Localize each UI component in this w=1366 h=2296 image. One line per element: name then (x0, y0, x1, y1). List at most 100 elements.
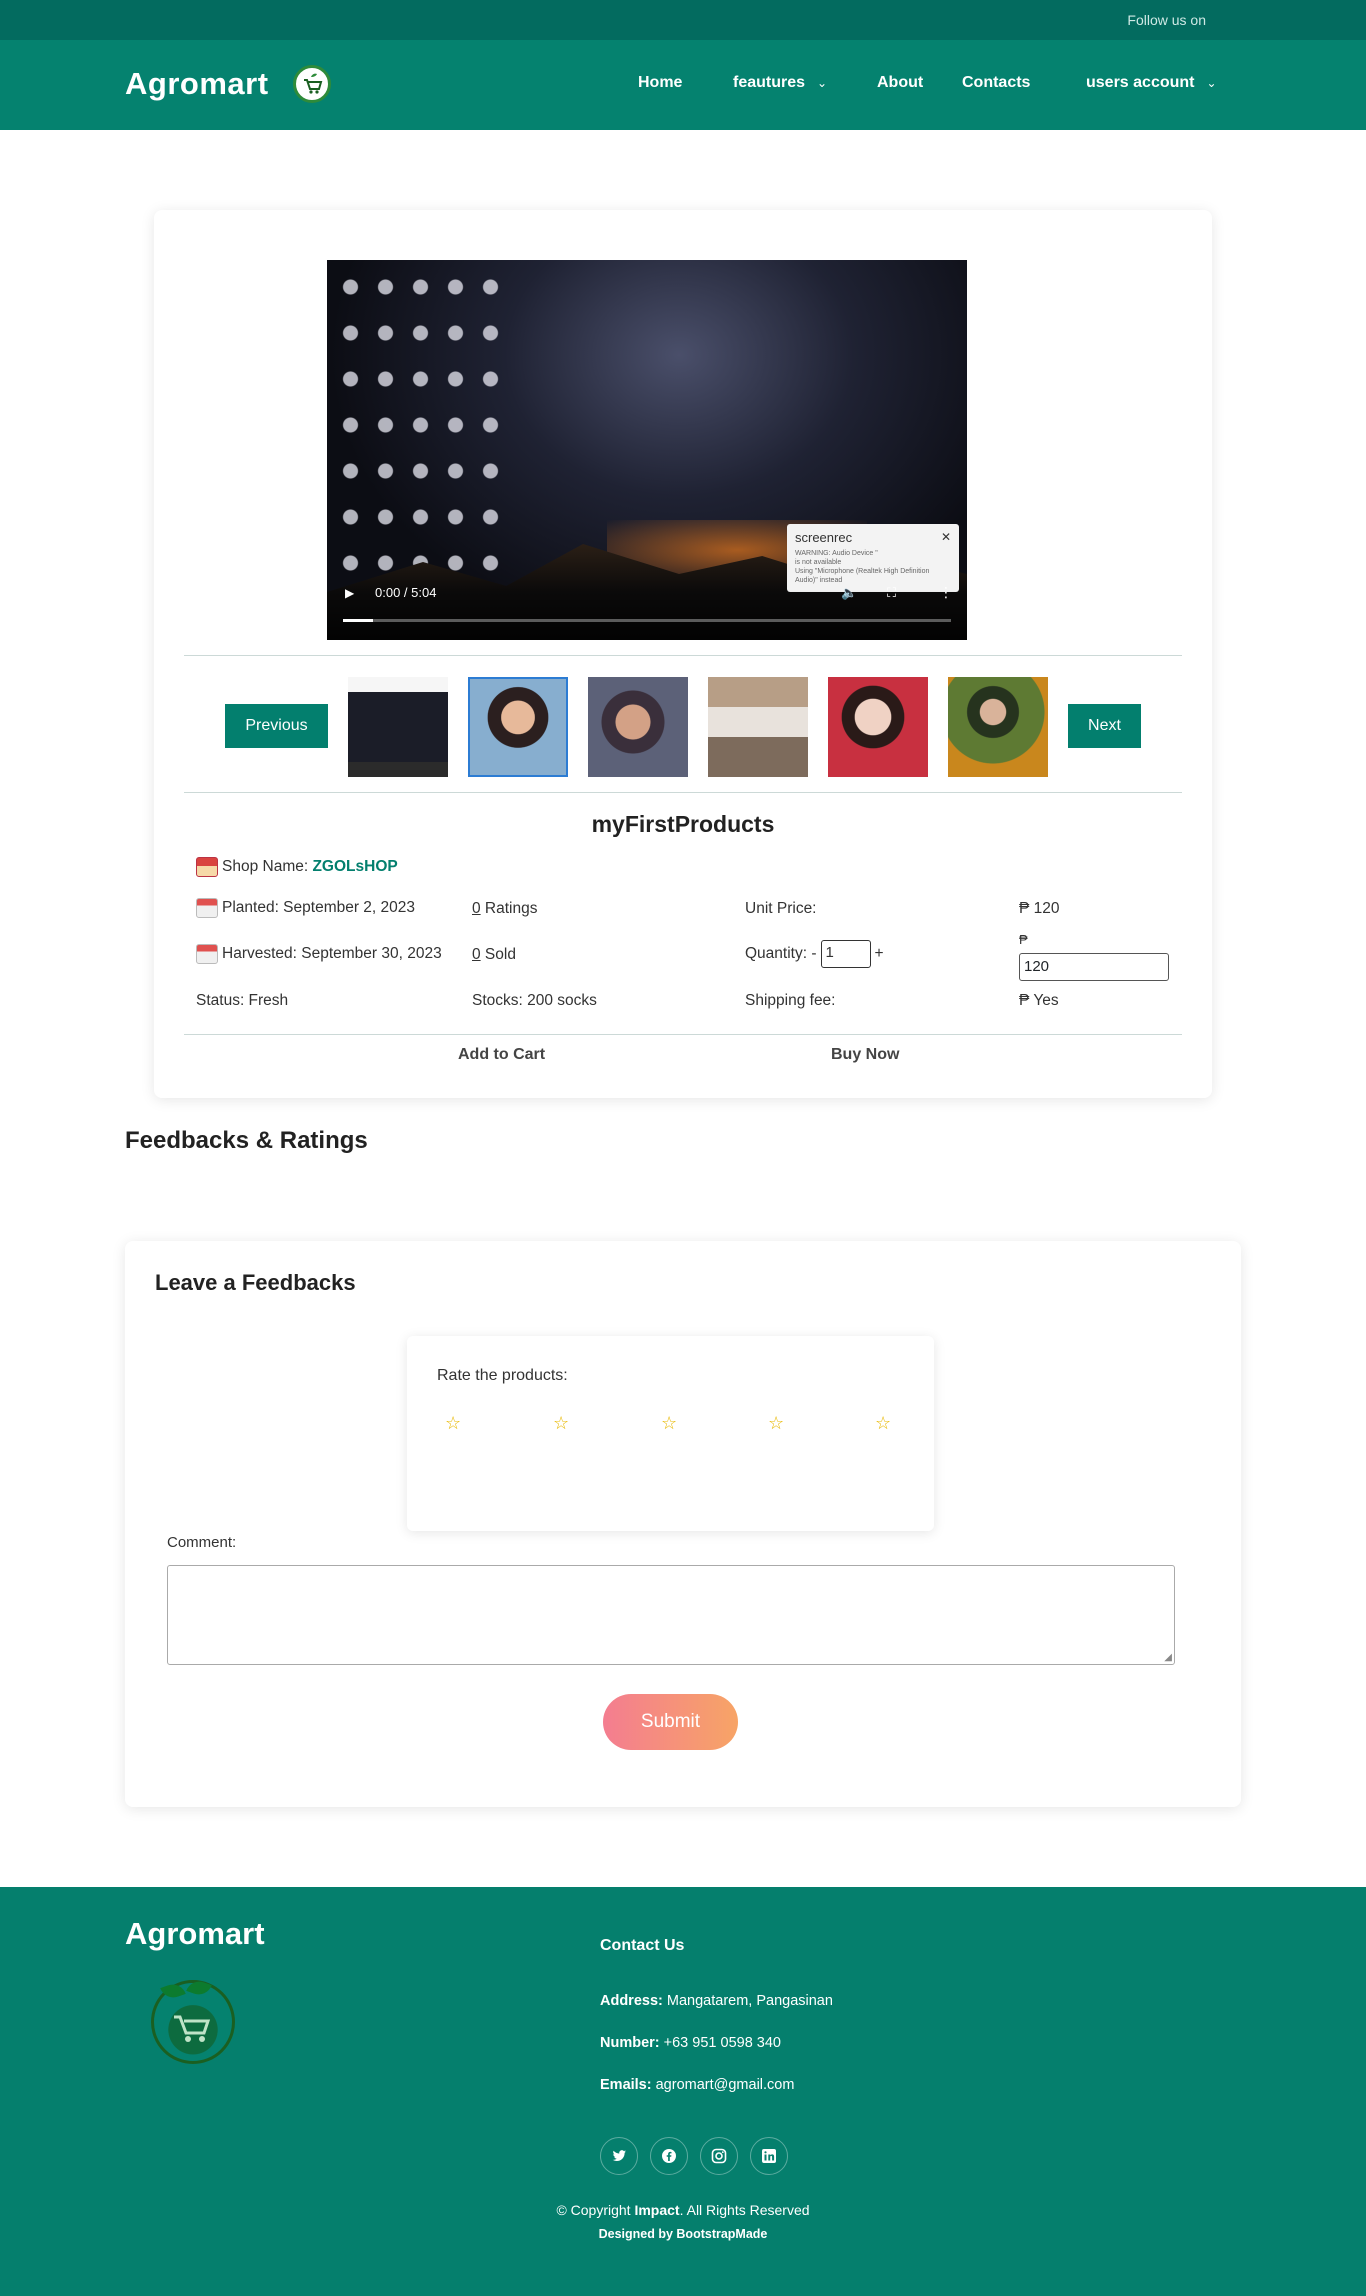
ratings-count: 0 Ratings (472, 900, 538, 918)
nav-users-account-label: users account (1086, 74, 1195, 91)
comment-label: Comment: (167, 1534, 237, 1551)
shop-name-link[interactable]: ZGOLsHOP (312, 858, 397, 875)
designed-by: Designed by BootstrapMade (0, 2227, 1366, 2241)
number-label: Number: (600, 2035, 660, 2051)
buy-now-button[interactable]: Buy Now (831, 1046, 899, 1064)
nav-features[interactable]: feautures ⌄ (733, 74, 827, 92)
screenrec-line: WARNING: Audio Device " (795, 550, 878, 557)
calendar-icon (196, 944, 218, 964)
copyright-post: . All Rights Reserved (679, 2202, 810, 2218)
footer-number: Number: +63 951 0598 340 (600, 2035, 781, 2051)
shipping-fee-value: ₱ Yes (1019, 992, 1059, 1009)
stocks-text: Stocks: 200 socks (472, 992, 597, 1009)
sold-count: 0 Sold (472, 946, 516, 964)
quantity-label[interactable]: Quantity: - (745, 945, 817, 962)
next-button[interactable]: Next (1068, 704, 1141, 748)
feedbacks-ratings-heading: Feedbacks & Ratings (125, 1127, 368, 1154)
shipping-fee-label: Shipping fee: (745, 992, 836, 1009)
screenrec-line: is not available (795, 559, 842, 566)
sold-label: Sold (480, 946, 516, 963)
play-icon[interactable]: ▶ (345, 586, 354, 600)
screenrec-line: Using "Microphone (Realtek High Definiti… (795, 568, 930, 584)
footer-address: Address: Mangatarem, Pangasinan (600, 1993, 833, 2009)
copyright-brand: Impact (634, 2202, 680, 2218)
chevron-down-icon: ⌄ (1206, 76, 1217, 90)
harvested-text: Harvested: September 30, 2023 (222, 945, 442, 963)
divider (184, 1034, 1182, 1035)
product-title: myFirstProducts (591, 811, 775, 837)
calendar-icon (196, 898, 218, 918)
fullscreen-icon[interactable]: ⛶ (887, 585, 896, 601)
nav-about[interactable]: About (877, 74, 923, 92)
video-progress-fill (343, 619, 374, 622)
divider (184, 655, 1182, 656)
thumbnail-image[interactable] (588, 677, 688, 777)
close-icon: ✕ (940, 530, 951, 544)
desktop-icons (333, 264, 503, 604)
quantity-row: Quantity: -1 + (745, 940, 884, 968)
address-label: Address: (600, 1993, 663, 2009)
copyright-pre: © Copyright (556, 2202, 635, 2218)
linkedin-icon[interactable] (750, 2137, 788, 2175)
ratings-number[interactable]: 0 (472, 900, 481, 917)
nav-contacts[interactable]: Contacts (962, 74, 1030, 92)
comment-textarea[interactable]: ◢ (167, 1565, 1175, 1665)
divider (184, 792, 1182, 793)
quantity-input[interactable]: 1 (820, 940, 871, 968)
harvested-date: Harvested: September 30, 2023 (196, 944, 442, 964)
shop-name-label: Shop Name: (222, 858, 313, 876)
shop-icon (196, 857, 218, 877)
sold-number[interactable]: 0 (472, 946, 481, 963)
previous-button[interactable]: Previous (225, 704, 328, 748)
leave-feedback-heading: Leave a Feedbacks (155, 1270, 356, 1295)
product-video[interactable]: screenrec ✕ WARNING: Audio Device " is n… (327, 260, 967, 640)
instagram-icon[interactable] (700, 2137, 738, 2175)
facebook-icon[interactable] (650, 2137, 688, 2175)
unit-price-label: Unit Price: (745, 900, 817, 917)
thumbnail-image[interactable] (708, 677, 808, 777)
thumbnail-video[interactable] (348, 677, 448, 777)
screenrec-warning: WARNING: Audio Device " is not available… (795, 549, 951, 585)
star-icon[interactable]: ☆ (553, 1413, 569, 1434)
video-progress-bar[interactable] (343, 619, 951, 622)
contact-us-heading: Contact Us (600, 1937, 685, 1954)
follow-us-text: Follow us on (1127, 12, 1206, 28)
star-icon[interactable]: ☆ (661, 1413, 677, 1434)
thumbnail-image[interactable] (828, 677, 928, 777)
status-text: Status: Fresh (196, 992, 289, 1009)
star-icon[interactable]: ☆ (445, 1413, 461, 1434)
twitter-icon[interactable] (600, 2137, 638, 2175)
more-options-icon[interactable]: ⋮ (939, 584, 953, 601)
star-icon[interactable]: ☆ (768, 1413, 784, 1434)
number-value: +63 951 0598 340 (659, 2035, 781, 2051)
rate-label: Rate the products: (437, 1367, 568, 1384)
footer-emails: Emails: agromart@gmail.com (600, 2077, 794, 2093)
nav-home[interactable]: Home (638, 74, 682, 92)
add-to-cart-button[interactable]: Add to Cart (458, 1046, 545, 1064)
submit-button[interactable]: Submit (603, 1694, 738, 1750)
planted-date: Planted: September 2, 2023 (196, 898, 415, 918)
cart-logo-icon (293, 65, 331, 103)
footer-brand[interactable]: Agromart (125, 1916, 265, 1952)
planted-text: Planted: September 2, 2023 (222, 899, 416, 917)
total-price-input[interactable]: 120 (1019, 953, 1169, 981)
thumbnail-image[interactable] (468, 677, 568, 777)
thumbnail-image[interactable] (948, 677, 1048, 777)
star-icon[interactable]: ☆ (875, 1413, 891, 1434)
emails-value: agromart@gmail.com (651, 2077, 795, 2093)
unit-price-value: ₱ 120 (1019, 900, 1060, 917)
brand-logo[interactable]: Agromart (125, 66, 269, 102)
video-time: 0:00 / 5:04 (375, 585, 437, 600)
quantity-plus[interactable]: + (875, 945, 884, 962)
screenrec-title: screenrec (795, 530, 853, 545)
total-currency: ₱ (1019, 932, 1028, 947)
shop-name-row: Shop Name: ZGOLsHOP (196, 857, 398, 877)
emails-label: Emails: (600, 2077, 652, 2093)
chevron-down-icon: ⌄ (817, 76, 828, 90)
resize-handle-icon[interactable]: ◢ (1164, 1652, 1172, 1663)
volume-icon[interactable]: 🔈 (841, 585, 857, 601)
designed-brand-link[interactable]: BootstrapMade (676, 2227, 767, 2241)
ratings-label: Ratings (480, 900, 538, 917)
nav-users-account[interactable]: users account ⌄ (1086, 74, 1217, 92)
designed-pre: Designed by (598, 2227, 677, 2241)
